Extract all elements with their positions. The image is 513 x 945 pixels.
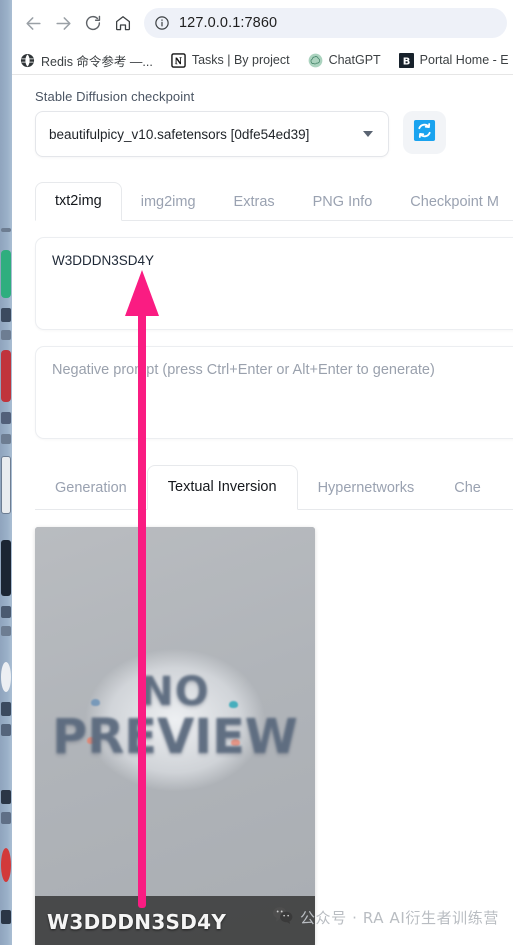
tab-png-info[interactable]: PNG Info — [294, 184, 392, 221]
prompt-value: W3DDDN3SD4Y — [52, 253, 155, 268]
dock-icon — [1, 434, 11, 444]
bookmark-label: Redis 命令参考 —... — [41, 54, 153, 69]
bookmark-label: Tasks | By project — [191, 53, 290, 67]
refresh-checkpoints-button[interactable] — [403, 111, 446, 154]
background-window-strip — [0, 0, 12, 945]
dock-icon — [1, 228, 11, 232]
back-arrow-icon[interactable] — [18, 8, 48, 38]
forward-arrow-icon[interactable] — [48, 8, 78, 38]
dock-icon — [1, 910, 11, 924]
browser-window: 127.0.0.1:7860 Redis 命令参考 —... Tasks | B… — [12, 0, 513, 945]
tab-hypernetworks[interactable]: Hypernetworks — [298, 467, 435, 510]
main-tab-bar: txt2img img2img Extras PNG Info Checkpoi… — [35, 179, 513, 221]
dock-icon — [1, 626, 11, 636]
bookmarks-bar: Redis 命令参考 —... Tasks | By project ChatG… — [12, 46, 513, 75]
checkpoint-value: beautifulpicy_v10.safetensors [0dfe54ed3… — [49, 126, 310, 142]
negative-prompt-placeholder: Negative prompt (press Ctrl+Enter or Alt… — [52, 362, 435, 378]
dock-icon — [1, 308, 11, 322]
dock-icon — [1, 412, 11, 424]
checkpoint-label: Stable Diffusion checkpoint — [35, 89, 195, 104]
checkpoint-row: beautifulpicy_v10.safetensors [0dfe54ed3… — [35, 111, 513, 157]
svg-text:B: B — [402, 56, 410, 67]
card-preview-image: NO PREVIEW — [35, 527, 315, 945]
watermark-text: 公众号 · RA AI衍生者训练营 — [299, 909, 499, 927]
dock-icon — [1, 790, 11, 804]
card-name-label: W3DDDN3SD4Y — [47, 909, 227, 934]
tab-txt2img[interactable]: txt2img — [35, 182, 122, 221]
dock-icon — [1, 350, 11, 402]
dock-icon — [1, 662, 11, 692]
home-icon[interactable] — [108, 8, 138, 38]
dock-icon — [1, 724, 11, 736]
tab-img2img[interactable]: img2img — [122, 184, 215, 221]
bookmark-portal-home[interactable]: B Portal Home - E — [398, 52, 509, 68]
tab-extras[interactable]: Extras — [215, 184, 294, 221]
dock-icon — [1, 330, 11, 340]
tab-generation[interactable]: Generation — [35, 467, 147, 510]
tab-checkpoint-merger[interactable]: Checkpoint M — [391, 184, 513, 221]
notion-icon — [171, 52, 186, 68]
dock-icon — [1, 702, 11, 716]
dock-icon — [1, 456, 11, 514]
checkpoint-dropdown[interactable]: beautifulpicy_v10.safetensors [0dfe54ed3… — [35, 111, 389, 157]
dock-icon — [1, 606, 11, 618]
dock-icon — [1, 540, 11, 596]
info-circle-icon[interactable] — [154, 15, 170, 31]
chevron-down-icon[interactable] — [363, 131, 373, 137]
wechat-icon — [272, 906, 293, 929]
negative-prompt-textarea[interactable]: Negative prompt (press Ctrl+Enter or Alt… — [35, 346, 513, 439]
bookmark-chatgpt[interactable]: ChatGPT — [308, 53, 381, 68]
bookmark-redis[interactable]: Redis 命令参考 —... — [20, 51, 153, 70]
extra-networks-tab-bar: Generation Textual Inversion Hypernetwor… — [35, 462, 513, 510]
dock-icon — [1, 848, 11, 882]
tab-checkpoints[interactable]: Che — [434, 467, 501, 510]
extra-network-card[interactable]: NO PREVIEW W3DDDN3SD4Y — [35, 527, 315, 945]
globe-icon — [20, 53, 35, 68]
stable-diffusion-webui: Stable Diffusion checkpoint beautifulpic… — [12, 75, 513, 945]
chatgpt-icon — [308, 53, 323, 68]
bookmark-label: ChatGPT — [328, 53, 381, 67]
watermark: 公众号 · RA AI衍生者训练营 — [272, 906, 499, 929]
address-bar-url[interactable]: 127.0.0.1:7860 — [179, 15, 277, 31]
blackboard-b-icon: B — [398, 52, 414, 68]
address-bar[interactable]: 127.0.0.1:7860 — [144, 8, 507, 38]
browser-toolbar: 127.0.0.1:7860 — [12, 0, 513, 46]
card-preview-line-2: PREVIEW — [52, 709, 298, 765]
tab-textual-inversion[interactable]: Textual Inversion — [146, 465, 298, 510]
reload-icon[interactable] — [78, 8, 108, 38]
prompt-textarea[interactable]: W3DDDN3SD4Y — [35, 237, 513, 330]
dock-icon — [1, 812, 11, 824]
bookmark-label: Portal Home - E — [419, 53, 509, 67]
extra-networks-card-grid: NO PREVIEW W3DDDN3SD4Y — [35, 527, 513, 945]
dock-icon — [1, 250, 11, 298]
bookmark-tasks[interactable]: Tasks | By project — [171, 52, 290, 68]
refresh-icon — [413, 119, 436, 147]
